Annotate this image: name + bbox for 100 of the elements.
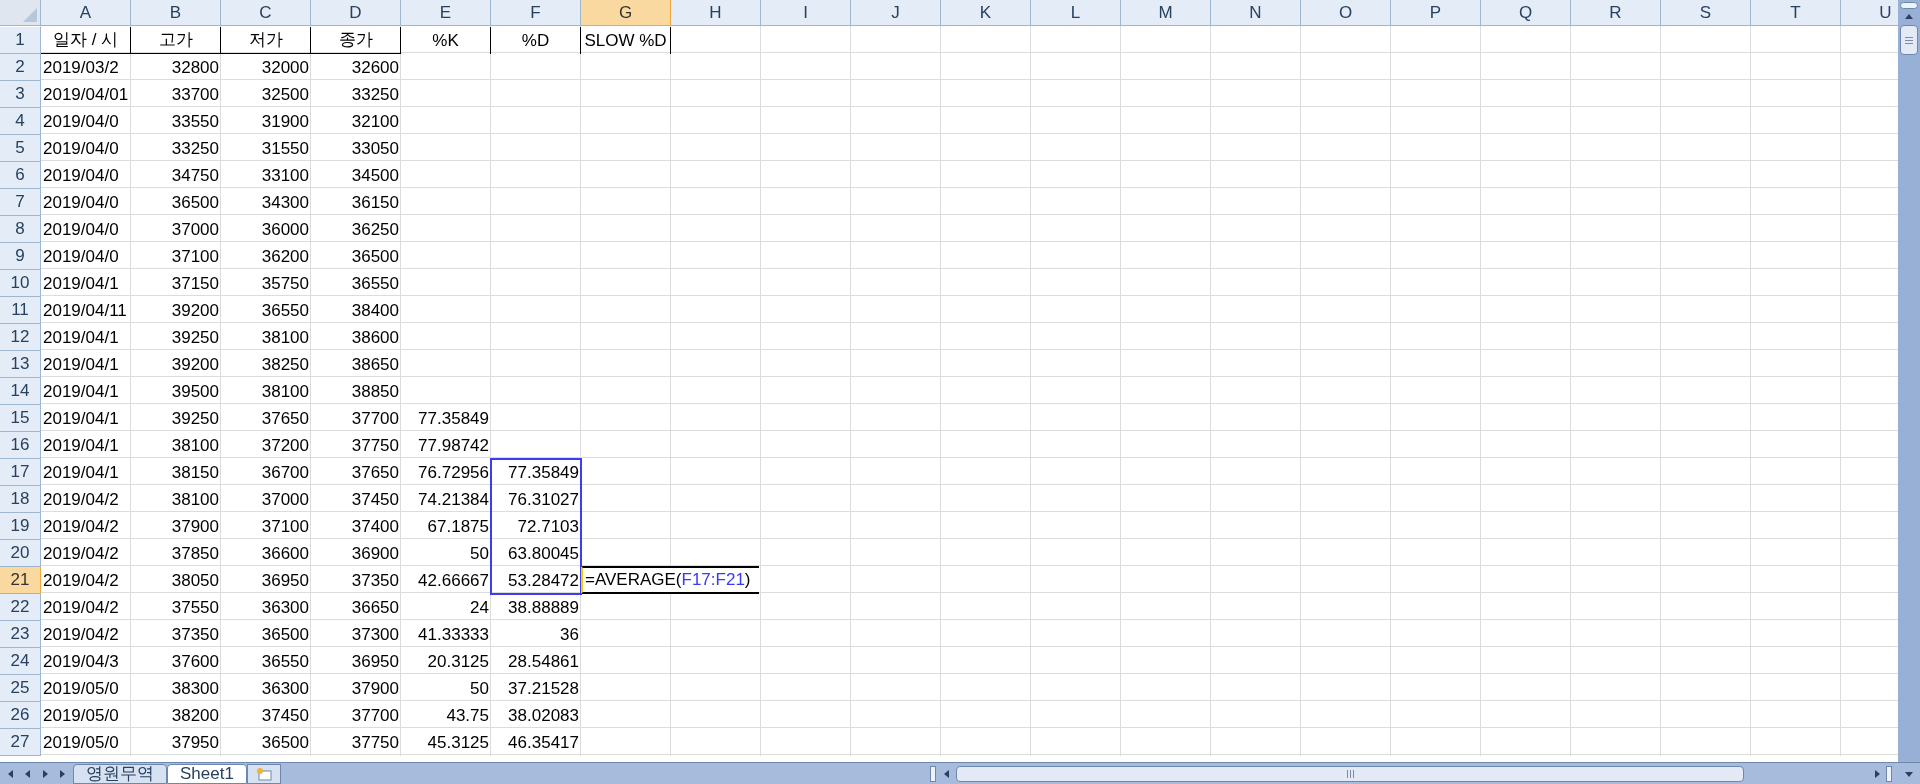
column-header[interactable]: B [131, 0, 221, 26]
column-header[interactable]: C [221, 0, 311, 26]
table-cell-text: 32800 [170, 56, 220, 79]
table-cell-text: 37400 [350, 515, 400, 538]
table-cell-text: 36 [559, 623, 580, 646]
column-header[interactable]: T [1751, 0, 1841, 26]
table-cell-text: 38650 [350, 353, 400, 376]
table-cell-text: 2019/04/2 [42, 569, 120, 592]
cell-edit-field[interactable]: =AVERAGE(F17:F21) [581, 566, 759, 594]
column-header[interactable]: I [761, 0, 851, 26]
table-cell-text: 77.98742 [417, 434, 490, 457]
row-header[interactable]: 13 [0, 351, 41, 378]
column-header[interactable]: S [1661, 0, 1751, 26]
table-cell-text: 37350 [350, 569, 400, 592]
table-cell-text: 38100 [170, 488, 220, 511]
row-header[interactable]: 16 [0, 432, 41, 459]
scroll-up-icon[interactable] [1904, 12, 1914, 22]
column-header[interactable]: U [1841, 0, 1898, 26]
scroll-right-icon[interactable] [1872, 768, 1882, 779]
table-cell-text: 2019/04/1 [42, 407, 120, 430]
table-cell-text: 39200 [170, 353, 220, 376]
table-cell-text: 34300 [260, 191, 310, 214]
sheet-tab[interactable]: 영원무역 [73, 763, 167, 784]
vertical-scrollbar[interactable] [1898, 0, 1920, 762]
column-header[interactable]: E [401, 0, 491, 26]
insert-sheet-button[interactable] [246, 763, 281, 784]
row-header[interactable]: 23 [0, 621, 41, 648]
row-header[interactable]: 6 [0, 162, 41, 189]
row-header[interactable]: 22 [0, 594, 41, 621]
row-header[interactable]: 21 [0, 567, 41, 594]
row-header[interactable]: 4 [0, 108, 41, 135]
row-header[interactable]: 12 [0, 324, 41, 351]
column-header[interactable]: L [1031, 0, 1121, 26]
column-header[interactable]: R [1571, 0, 1661, 26]
table-cell-text: 37300 [350, 623, 400, 646]
column-header[interactable]: M [1121, 0, 1211, 26]
last-sheet-icon[interactable] [57, 768, 67, 779]
row-header[interactable]: 26 [0, 702, 41, 729]
column-header[interactable]: D [311, 0, 401, 26]
row-header[interactable]: 3 [0, 81, 41, 108]
row-header[interactable]: 9 [0, 243, 41, 270]
split-box[interactable] [1900, 2, 1918, 9]
table-cell-text: 37200 [260, 434, 310, 457]
row-header[interactable]: 1 [0, 27, 41, 54]
table-cell-text: 33550 [170, 110, 220, 133]
table-cell-text: 76.72956 [417, 461, 490, 484]
table-cell-text: 36600 [260, 542, 310, 565]
table-cell-text: 36300 [260, 677, 310, 700]
row-header[interactable]: 27 [0, 729, 41, 756]
table-cell-text: 2019/04/0 [42, 245, 120, 268]
row-header[interactable]: 7 [0, 189, 41, 216]
column-header[interactable]: H [671, 0, 761, 26]
horizontal-scroll-thumb[interactable] [956, 765, 1744, 782]
row-header[interactable]: 19 [0, 513, 41, 540]
sheet-tab[interactable]: Sheet1 [167, 763, 247, 784]
row-header[interactable]: 18 [0, 486, 41, 513]
row-header[interactable]: 25 [0, 675, 41, 702]
split-box[interactable] [1886, 765, 1892, 782]
table-cell-text: %K [431, 29, 460, 52]
table-cell-text: 37900 [350, 677, 400, 700]
table-cell-text: 36550 [350, 272, 400, 295]
first-sheet-icon[interactable] [6, 768, 16, 779]
table-cell-text: 38150 [170, 461, 220, 484]
column-header[interactable]: O [1301, 0, 1391, 26]
column-header[interactable]: J [851, 0, 941, 26]
row-header[interactable]: 15 [0, 405, 41, 432]
table-cell-text: 2019/04/2 [42, 488, 120, 511]
row-header[interactable]: 10 [0, 270, 41, 297]
table-cell-text: 38100 [170, 434, 220, 457]
row-header[interactable]: 5 [0, 135, 41, 162]
column-header[interactable]: A [41, 0, 131, 26]
row-header[interactable]: 20 [0, 540, 41, 567]
row-header[interactable]: 8 [0, 216, 41, 243]
table-cell-text: 38400 [350, 299, 400, 322]
next-sheet-icon[interactable] [40, 768, 50, 779]
table-cell-text: 38600 [350, 326, 400, 349]
scroll-left-icon[interactable] [942, 768, 952, 779]
table-cell-text: 36000 [260, 218, 310, 241]
row-header[interactable]: 11 [0, 297, 41, 324]
column-header[interactable]: N [1211, 0, 1301, 26]
column-header[interactable]: F [491, 0, 581, 26]
column-header[interactable]: K [941, 0, 1031, 26]
table-cell-text: 33250 [170, 137, 220, 160]
table-cell-text: 37100 [260, 515, 310, 538]
row-header[interactable]: 17 [0, 459, 41, 486]
table-cell-text: 72.7103 [516, 515, 580, 538]
scroll-thumb[interactable] [1900, 25, 1918, 55]
row-header[interactable]: 14 [0, 378, 41, 405]
column-header[interactable]: Q [1481, 0, 1571, 26]
tab-split-handle[interactable] [930, 765, 936, 782]
table-cell-text: 종가 [337, 29, 374, 52]
column-header[interactable]: P [1391, 0, 1481, 26]
table-cell-text: 31550 [260, 137, 310, 160]
row-header[interactable]: 24 [0, 648, 41, 675]
previous-sheet-icon[interactable] [23, 768, 33, 779]
table-cell-text: 46.35417 [507, 731, 580, 754]
row-header[interactable]: 2 [0, 54, 41, 81]
table-cell-text: 37100 [170, 245, 220, 268]
column-header[interactable]: G [581, 0, 671, 26]
table-cell-text: 36500 [260, 731, 310, 754]
